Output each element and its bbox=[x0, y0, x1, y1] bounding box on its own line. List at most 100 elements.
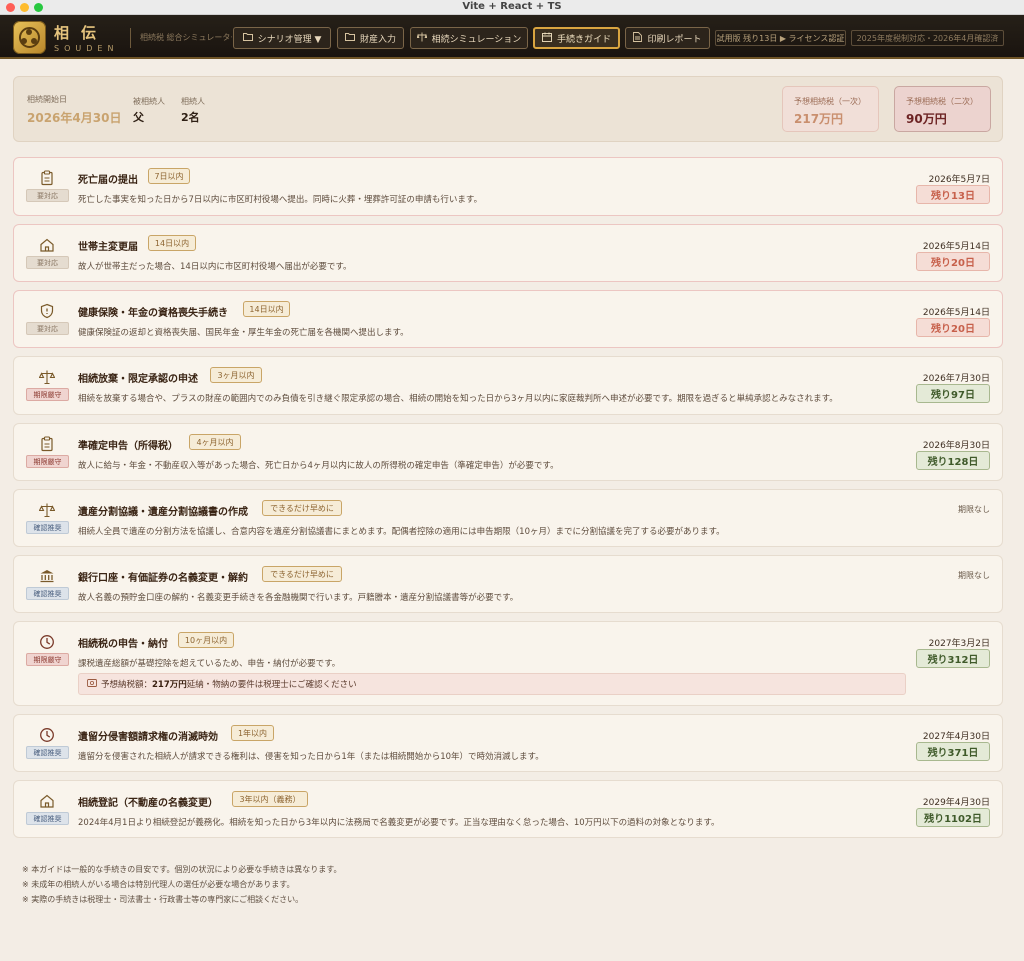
procedure-description: 2024年4月1日より相続登記が義務化。相続を知った日から3年以内に法務局で名義… bbox=[78, 818, 720, 828]
nav-asset-input-label: 財産入力 bbox=[359, 34, 396, 45]
scale-icon bbox=[416, 32, 428, 45]
procedure-card[interactable]: 期限厳守 準確定申告（所得税） 4ヶ月以内 故人に給与・年金・不動産収入等があっ… bbox=[13, 423, 1003, 481]
window-title: Vite + React + TS bbox=[462, 1, 562, 12]
tax-year-badge: 2025年度税制対応・2026年4月確認済 bbox=[851, 30, 1004, 46]
procedure-card[interactable]: 期限厳守 相続税の申告・納付 10ヶ月以内 課税遺産総額が基礎控除を超えているた… bbox=[13, 621, 1003, 706]
brand-name-jp: 相伝 bbox=[54, 24, 109, 42]
nav-report-button[interactable]: 印刷レポート bbox=[625, 27, 710, 49]
clipboard-icon bbox=[39, 170, 55, 186]
nav-simulation-label: 相続シミュレーション bbox=[431, 34, 522, 45]
procedure-card[interactable]: 要対応 死亡届の提出 7日以内 死亡した事実を知った日から7日以内に市区町村役場… bbox=[13, 157, 1003, 216]
category-badge: 要対応 bbox=[26, 189, 69, 202]
deadline-badge: 4ヶ月以内 bbox=[189, 434, 241, 450]
procedure-description: 故人名義の預貯金口座の解約・名義変更手続きを各金融機関で行います。戸籍謄本・遺産… bbox=[78, 593, 519, 603]
nav-scenario-button[interactable]: シナリオ管理 ▼ bbox=[233, 27, 331, 49]
header-divider bbox=[130, 28, 131, 48]
procedure-title: 健康保険・年金の資格喪失手続き bbox=[78, 308, 228, 319]
app-header: 相伝 SOUDEN 相続税 総合シミュレーター シナリオ管理 ▼ 財産入力 相続… bbox=[0, 15, 1024, 59]
heirs-label: 相続人 bbox=[181, 97, 205, 106]
procedure-title: 世帯主変更届 bbox=[78, 242, 138, 253]
procedure-title: 相続登記（不動産の名義変更） bbox=[78, 798, 218, 809]
folder-icon bbox=[242, 32, 253, 44]
clock-icon bbox=[39, 727, 55, 743]
procedure-description: 課税遺産総額が基礎控除を超えているため、申告・納付が必要です。 bbox=[78, 659, 341, 669]
procedure-card[interactable]: 要対応 世帯主変更届 14日以内 故人が世帯主だった場合、14日以内に市区町村役… bbox=[13, 224, 1003, 282]
no-deadline-label: 期限なし bbox=[958, 571, 990, 580]
inheritance-summary-panel: 相続開始日 2026年4月30日 被相続人 父 相続人 2名 予想相続税（一次）… bbox=[13, 76, 1003, 142]
procedure-card[interactable]: 確認推奨 相続登記（不動産の名義変更） 3年以内（義務） 2024年4月1日より… bbox=[13, 780, 1003, 838]
procedure-title: 銀行口座・有価証券の名義変更・解約 bbox=[78, 573, 248, 584]
nav-guide-label: 手続きガイド bbox=[556, 34, 611, 45]
due-date: 2026年8月30日 bbox=[922, 441, 990, 451]
document-icon bbox=[633, 31, 643, 45]
deadline-badge: 7日以内 bbox=[148, 168, 190, 184]
procedure-card[interactable]: 要対応 健康保険・年金の資格喪失手続き 14日以内 健康保険証の返却と資格喪失届… bbox=[13, 290, 1003, 348]
heirs-value: 2名 bbox=[181, 111, 200, 124]
due-date: 2026年7月30日 bbox=[922, 374, 990, 384]
estimated-tax-note: 予想納税額： 217万円 延納・物納の要件は税理士にご確認ください bbox=[78, 673, 906, 695]
category-badge: 確認推奨 bbox=[26, 521, 69, 534]
procedure-description: 相続人全員で遺産の分割方法を協議し、合意内容を遺産分割協議書にまとめます。配偶者… bbox=[78, 527, 725, 537]
days-remaining-badge: 残り13日 bbox=[916, 185, 990, 204]
primary-tax-value: 217万円 bbox=[794, 112, 844, 126]
logo-emblem-icon bbox=[19, 27, 40, 48]
category-badge: 期限厳守 bbox=[26, 388, 69, 401]
license-button[interactable]: 試用版 残り13日 ▶ ライセンス認証 bbox=[715, 30, 846, 46]
deceased-label: 被相続人 bbox=[133, 97, 165, 106]
folder-icon bbox=[344, 32, 355, 44]
shield-icon bbox=[39, 303, 55, 319]
deadline-badge: できるだけ早めに bbox=[262, 566, 342, 582]
procedure-description: 故人が世帯主だった場合、14日以内に市区町村役場へ届出が必要です。 bbox=[78, 262, 352, 272]
scale-icon bbox=[38, 502, 56, 518]
calendar-icon bbox=[542, 32, 552, 45]
deceased-value: 父 bbox=[133, 111, 144, 124]
days-remaining-badge: 残り312日 bbox=[916, 649, 990, 668]
procedure-title: 準確定申告（所得税） bbox=[78, 441, 178, 452]
due-date: 2027年3月2日 bbox=[928, 639, 990, 649]
procedure-description: 遺留分を侵害された相続人が請求できる権利は、侵害を知った日から1年（または相続開… bbox=[78, 752, 544, 762]
note-amount: 217万円 bbox=[152, 680, 187, 690]
category-badge: 確認推奨 bbox=[26, 746, 69, 759]
nav-asset-input-button[interactable]: 財産入力 bbox=[337, 27, 404, 49]
nav-report-label: 印刷レポート bbox=[647, 34, 702, 45]
days-remaining-badge: 残り20日 bbox=[916, 318, 990, 337]
nav-guide-button[interactable]: 手続きガイド bbox=[533, 27, 620, 49]
start-date-value: 2026年4月30日 bbox=[27, 111, 122, 125]
brand-name-en: SOUDEN bbox=[54, 44, 119, 53]
secondary-tax-value: 90万円 bbox=[906, 112, 947, 126]
window-titlebar: Vite + React + TS bbox=[0, 0, 1024, 15]
procedure-card[interactable]: 確認推奨 遺留分侵害額請求権の消滅時効 1年以内 遺留分を侵害された相続人が請求… bbox=[13, 714, 1003, 772]
procedure-description: 健康保険証の返却と資格喪失届、国民年金・厚生年金の死亡届を各機関へ提出します。 bbox=[78, 328, 409, 338]
app-logo bbox=[13, 21, 46, 54]
due-date: 2029年4月30日 bbox=[922, 798, 990, 808]
procedure-card[interactable]: 期限厳守 相続放棄・限定承認の申述 3ヶ月以内 相続を放棄する場合や、プラスの財… bbox=[13, 356, 1003, 415]
procedure-description: 故人に給与・年金・不動産収入等があった場合、死亡日から4ヶ月以内に故人の所得税の… bbox=[78, 461, 559, 471]
procedure-description: 相続を放棄する場合や、プラスの財産の範囲内でのみ負債を引き継ぐ限定承認の場合、相… bbox=[78, 394, 838, 404]
note-prefix: 予想納税額： bbox=[101, 680, 153, 690]
procedure-title: 遺産分割協議・遺産分割協議書の作成 bbox=[78, 507, 248, 518]
category-badge: 要対応 bbox=[26, 322, 69, 335]
procedure-description: 死亡した事実を知った日から7日以内に市区町村役場へ提出。同時に火葬・埋葬許可証の… bbox=[78, 195, 483, 205]
clipboard-icon bbox=[39, 436, 55, 452]
primary-tax-label: 予想相続税（一次） bbox=[794, 97, 866, 106]
deadline-badge: できるだけ早めに bbox=[262, 500, 342, 516]
days-remaining-badge: 残り1102日 bbox=[916, 808, 990, 827]
guide-footnotes: ※ 本ガイドは一般的な手続きの目安です。個別の状況により必要な手続きは異なります… bbox=[22, 862, 341, 907]
procedure-card[interactable]: 確認推奨 遺産分割協議・遺産分割協議書の作成 できるだけ早めに 相続人全員で遺産… bbox=[13, 489, 1003, 547]
footnote: ※ 本ガイドは一般的な手続きの目安です。個別の状況により必要な手続きは異なります… bbox=[22, 865, 342, 874]
procedure-card[interactable]: 確認推奨 銀行口座・有価証券の名義変更・解約 できるだけ早めに 故人名義の預貯金… bbox=[13, 555, 1003, 613]
bank-icon bbox=[39, 568, 55, 584]
procedure-title: 死亡届の提出 bbox=[78, 175, 138, 186]
nav-simulation-button[interactable]: 相続シミュレーション bbox=[410, 27, 528, 49]
app-subtitle: 相続税 総合シミュレーター bbox=[140, 33, 232, 42]
deadline-badge: 3ヶ月以内 bbox=[210, 367, 262, 383]
category-badge: 確認推奨 bbox=[26, 812, 69, 825]
secondary-tax-card: 予想相続税（二次） 90万円 bbox=[894, 86, 991, 132]
footnote: ※ 実際の手続きは税理士・司法書士・行政書士等の専門家にご相談ください。 bbox=[22, 895, 304, 904]
days-remaining-badge: 残り128日 bbox=[916, 451, 990, 470]
due-date: 2026年5月7日 bbox=[928, 175, 990, 185]
scale-icon bbox=[38, 369, 56, 385]
money-icon bbox=[87, 678, 97, 690]
house-icon bbox=[39, 237, 55, 253]
secondary-tax-label: 予想相続税（二次） bbox=[906, 97, 978, 106]
